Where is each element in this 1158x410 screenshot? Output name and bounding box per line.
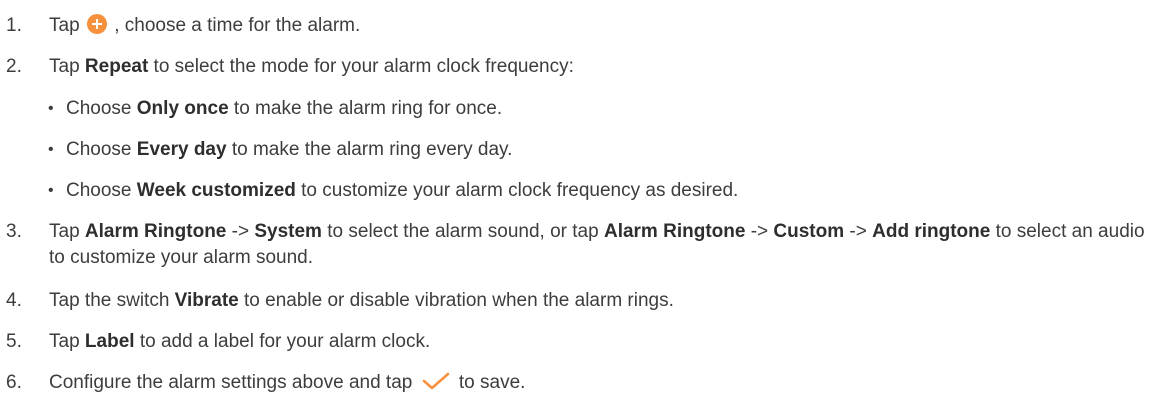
step-text-part: to enable or disable vibration when the … (238, 290, 674, 311)
step-number: 5. (6, 331, 22, 352)
step-text-part: Tap (49, 15, 80, 36)
ui-term-add-ringtone: Add ringtone (872, 221, 991, 242)
step-text-part: Configure the alarm settings above and t… (49, 372, 413, 393)
step-text-part: Tap (49, 331, 85, 352)
ui-term-label: Label (84, 331, 135, 352)
step-text-part: Tap (49, 221, 85, 242)
step-text: Tap , choose a time for the alarm. (49, 13, 1154, 39)
alarm-instructions: 1. Tap , choose a time for the alarm. 2.… (0, 0, 1158, 410)
step-text-part: Choose (66, 98, 137, 119)
step-3: 3. Tap Alarm Ringtone -> System to selec… (6, 219, 1154, 271)
step-text-part: to select the mode for your alarm clock … (148, 56, 574, 77)
ui-term-custom: Custom (773, 221, 845, 242)
step-number: 1. (6, 15, 22, 36)
step-4: 4. Tap the switch Vibrate to enable or d… (6, 288, 1154, 314)
step-text: Tap the switch Vibrate to enable or disa… (49, 288, 1154, 314)
sub-item-text: Choose Only once to make the alarm ring … (66, 96, 502, 122)
step-text-part: to select the alarm sound, or tap (321, 221, 604, 242)
ui-term-every-day: Every day (136, 139, 227, 160)
ui-term-vibrate: Vibrate (174, 290, 239, 311)
bullet: • (48, 182, 54, 199)
step-text: Configure the alarm settings above and t… (49, 370, 1154, 396)
check-icon (422, 372, 449, 390)
step-text-part: -> (226, 221, 255, 242)
step-text-part: -> (844, 221, 873, 242)
ui-term-alarm-ringtone: Alarm Ringtone (603, 221, 746, 242)
bullet: • (48, 100, 54, 117)
step-text: Tap Repeat to select the mode for your a… (49, 54, 1154, 80)
step-text-part: to save. (458, 372, 526, 393)
step-1: 1. Tap , choose a time for the alarm. (6, 13, 1154, 39)
ui-term-week-customized: Week customized (136, 180, 296, 201)
sub-item-text: Choose Week customized to customize your… (66, 178, 738, 204)
step-text: Tap Alarm Ringtone -> System to select t… (49, 219, 1154, 271)
step-text-part: to add a label for your alarm clock. (134, 331, 431, 352)
plus-icon (86, 14, 107, 34)
sub-item-week-customized: • Choose Week customized to customize yo… (48, 178, 738, 204)
sub-item-only-once: • Choose Only once to make the alarm rin… (48, 96, 502, 122)
step-number: 3. (6, 221, 22, 242)
step-text-part: Tap the switch (49, 290, 175, 311)
sub-item-text: Choose Every day to make the alarm ring … (66, 137, 512, 163)
step-number: 2. (6, 56, 22, 77)
step-text: Tap Label to add a label for your alarm … (49, 329, 1154, 355)
step-text-part: to make the alarm ring for once. (228, 98, 503, 119)
step-5: 5. Tap Label to add a label for your ala… (6, 329, 1154, 355)
step-6: 6. Configure the alarm settings above an… (6, 370, 1154, 396)
ui-term-repeat: Repeat (84, 56, 149, 77)
step-number: 4. (6, 290, 22, 311)
ui-term-alarm-ringtone: Alarm Ringtone (84, 221, 227, 242)
ui-term-only-once: Only once (136, 98, 229, 119)
step-number: 6. (6, 372, 22, 393)
bullet: • (48, 141, 54, 158)
step-text-part: Choose (66, 139, 137, 160)
ui-term-system: System (254, 221, 322, 242)
step-text-part: , choose a time for the alarm. (114, 15, 361, 36)
step-text-part: -> (745, 221, 774, 242)
step-text-part: Tap (49, 56, 85, 77)
step-text-part: to customize your alarm clock frequency … (295, 180, 739, 201)
step-2: 2. Tap Repeat to select the mode for you… (6, 54, 1154, 80)
step-text-part: Choose (66, 180, 137, 201)
sub-item-every-day: • Choose Every day to make the alarm rin… (48, 137, 512, 163)
step-text-part: to make the alarm ring every day. (226, 139, 513, 160)
